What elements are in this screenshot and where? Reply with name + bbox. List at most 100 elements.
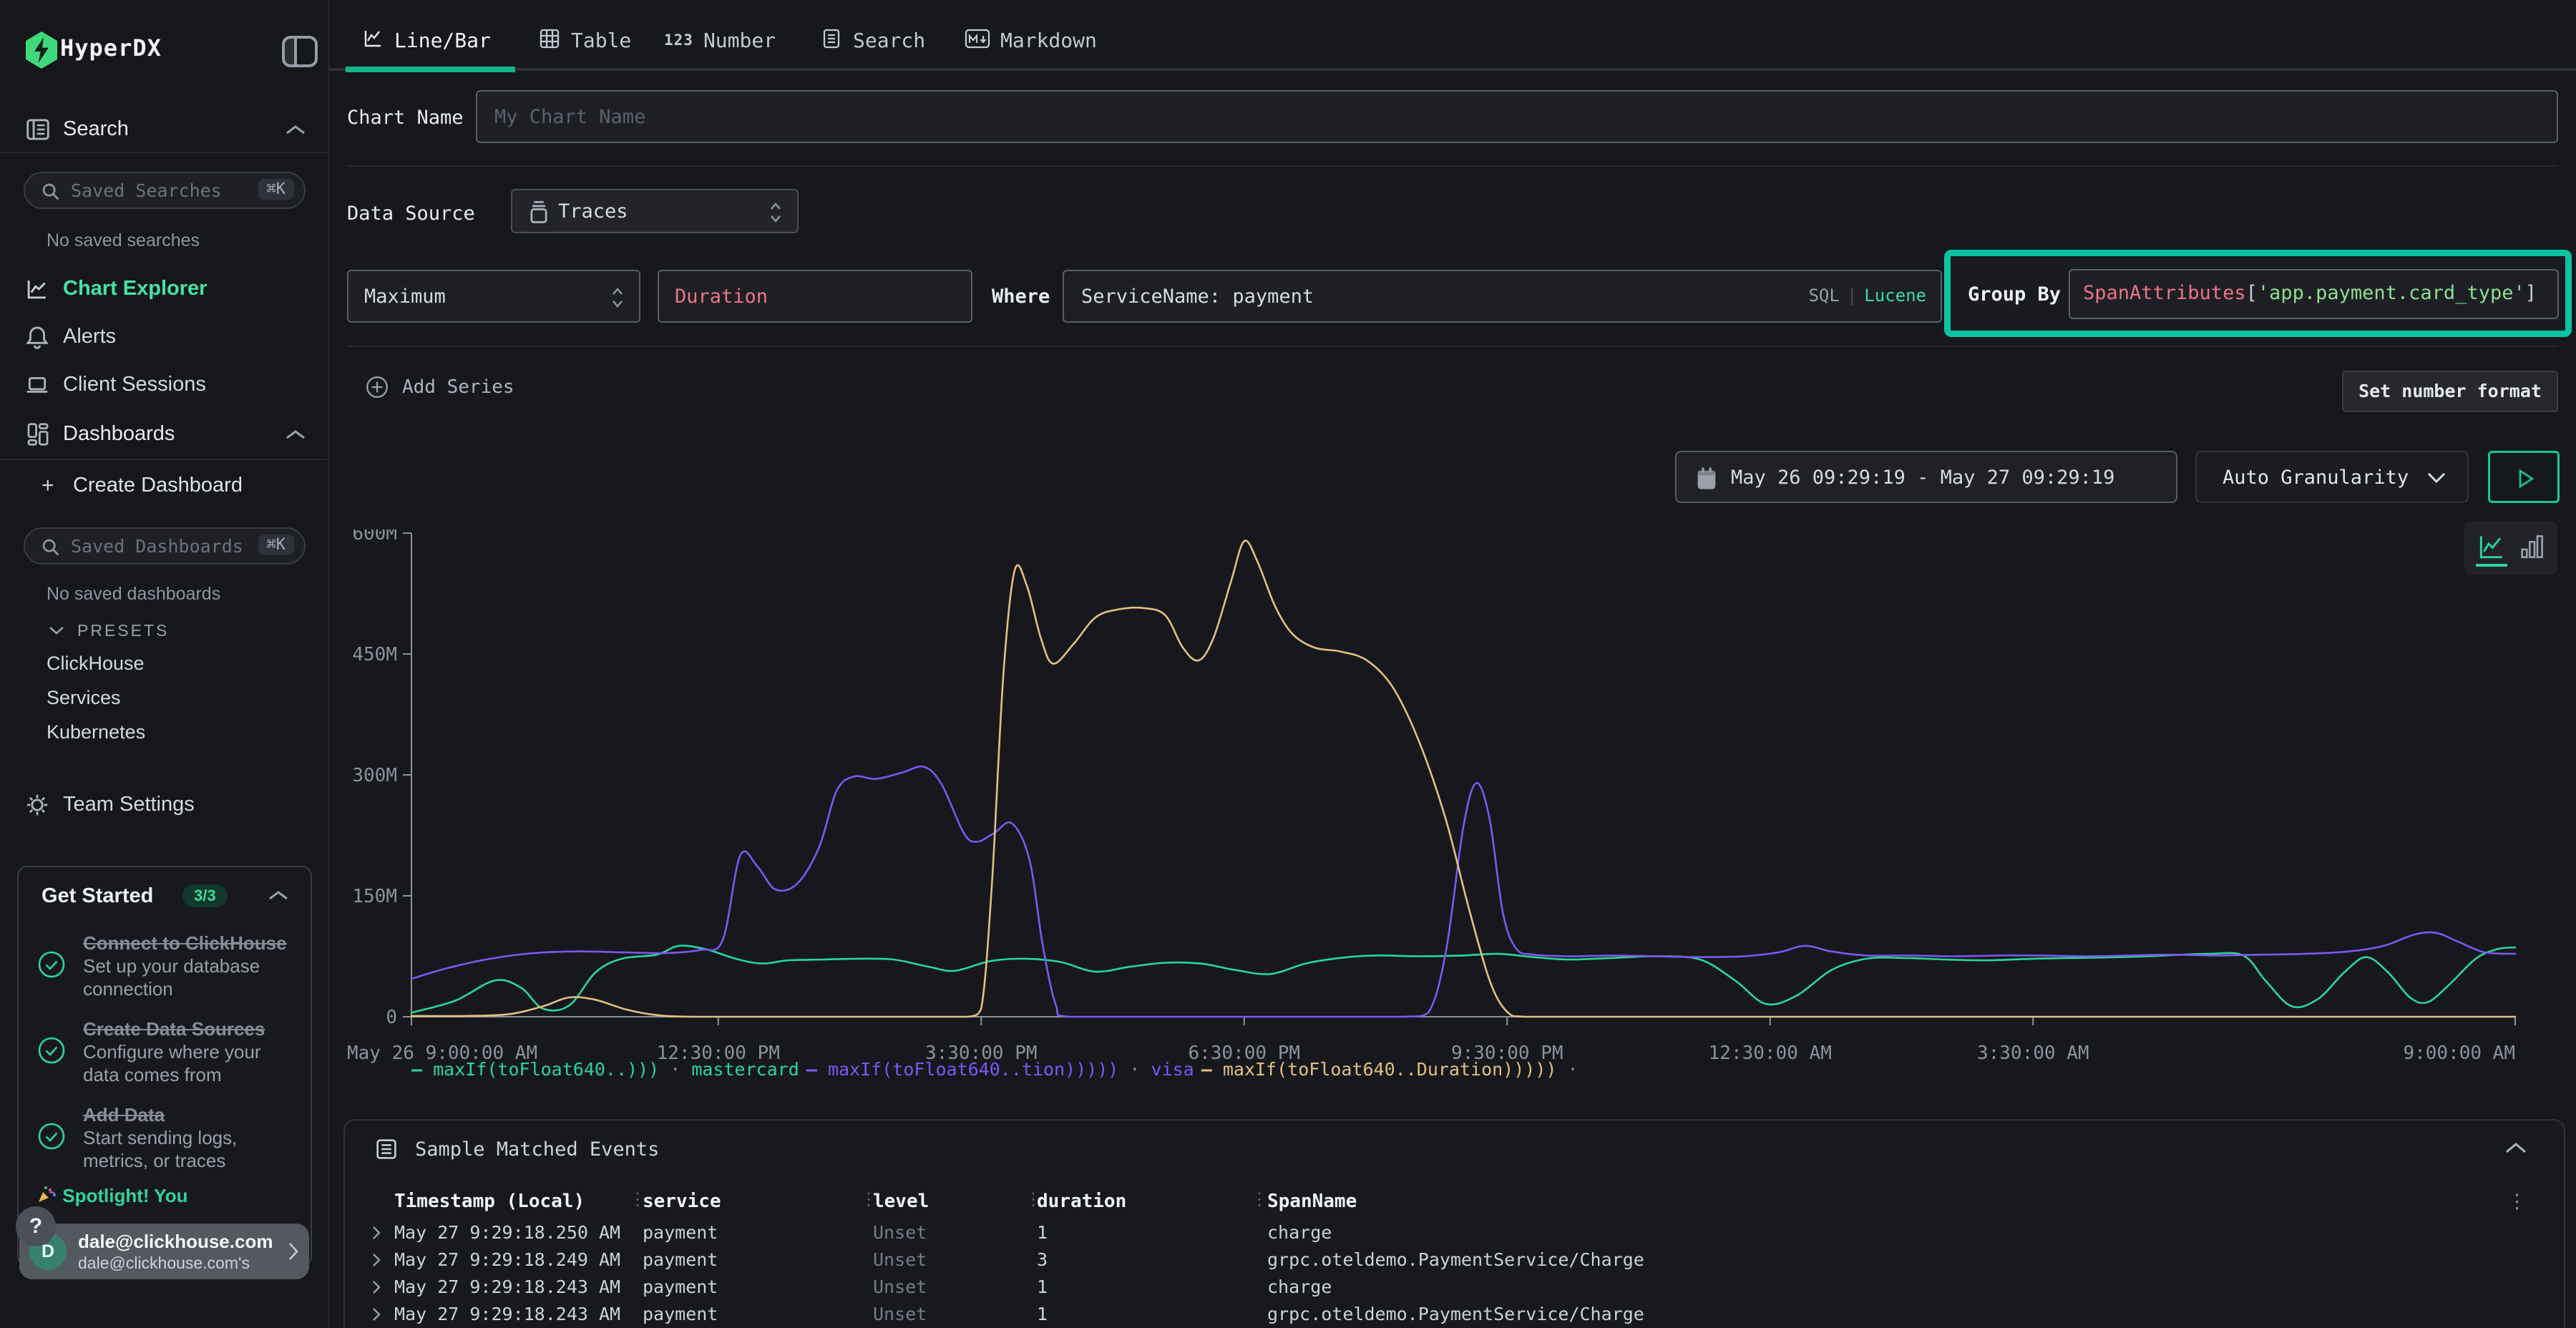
hyperdx-app: HyperDX Search Saved Searches ⌘K No save… <box>0 0 2576 1328</box>
plus-circle-icon <box>365 375 389 399</box>
column-header-level[interactable]: level <box>873 1191 929 1212</box>
cell-level: Unset <box>873 1304 1016 1324</box>
column-header-spanname[interactable]: SpanName <box>1267 1191 1357 1212</box>
cell-timestamp-local-: May 27 9:29:18.249 AM <box>394 1249 630 1270</box>
main-content: Line/BarTable123NumberSearchMarkdown Cha… <box>329 0 2576 1328</box>
legend-separator: · <box>1118 1059 1151 1080</box>
cell-spanname: charge <box>1267 1276 2484 1297</box>
legend-item-unset[interactable]: — maxIf(toFloat640..Duration))))) · <box>1201 1059 1579 1080</box>
where-value: ServiceName: payment <box>1081 285 1314 308</box>
chevron-right-icon[interactable] <box>371 1306 382 1326</box>
field-input[interactable]: Duration <box>658 270 972 323</box>
sidebar-item-alerts[interactable]: Alerts <box>0 321 329 353</box>
chevron-up-icon[interactable] <box>283 428 308 446</box>
data-source-value: Traces <box>558 200 628 223</box>
tab-search[interactable]: Search <box>820 26 925 54</box>
legend-item-visa[interactable]: — maxIf(toFloat640..tion))))) · visa <box>806 1059 1194 1080</box>
series-line-unset <box>411 541 2515 1017</box>
list-icon <box>374 1136 399 1162</box>
get-started-partial-item: Spotlight! You <box>36 1185 293 1207</box>
chevron-right-icon[interactable] <box>371 1224 382 1244</box>
chevron-up-icon[interactable] <box>283 123 308 141</box>
query-language-toggle[interactable]: SQL|Lucene <box>1808 285 1926 306</box>
sidebar-item-chart-explorer-label: Chart Explorer <box>63 277 207 301</box>
hyperdx-logo-icon[interactable] <box>23 30 60 74</box>
sidebar-section-search-label: Search <box>63 117 129 141</box>
sidebar-item-client-sessions[interactable]: Client Sessions <box>0 368 329 401</box>
divider <box>347 165 2558 167</box>
sidebar-section-search[interactable]: Search <box>0 107 329 150</box>
sidebar-item-chart-explorer[interactable]: Chart Explorer <box>0 273 329 306</box>
preset-services[interactable]: Services <box>47 687 121 709</box>
tab-table[interactable]: Table <box>538 26 631 54</box>
run-query-button[interactable] <box>2488 451 2560 503</box>
user-menu[interactable]: D dale@clickhouse.com dale@clickhouse.co… <box>19 1224 309 1279</box>
column-resize-handle[interactable]: ⋮ <box>629 1189 646 1209</box>
where-input[interactable]: ServiceName: payment SQL|Lucene <box>1063 270 1942 323</box>
chart-name-input[interactable]: My Chart Name <box>476 90 2558 143</box>
data-source-select[interactable]: Traces <box>511 189 799 233</box>
aggregation-select[interactable]: Maximum <box>347 270 640 323</box>
create-dashboard-button[interactable]: + Create Dashboard <box>42 474 243 505</box>
table-row[interactable]: May 27 9:29:18.243 AMpaymentUnset1grpc.o… <box>345 1301 2563 1328</box>
svg-text:150M: 150M <box>352 886 397 907</box>
column-header-service[interactable]: service <box>643 1191 721 1212</box>
table-row[interactable]: May 27 9:29:18.250 AMpaymentUnset1charge <box>345 1219 2563 1246</box>
collapse-panel-icon[interactable] <box>2502 1141 2529 1159</box>
cell-timestamp-local-: May 27 9:29:18.243 AM <box>394 1304 630 1324</box>
chevron-right-icon[interactable] <box>371 1279 382 1299</box>
column-resize-handle[interactable]: ⋮ <box>860 1189 877 1209</box>
timeseries-chart[interactable]: 0150M300M450M600MMay 26 9:00:00 AM12:30:… <box>340 529 2529 1065</box>
kebab-menu-icon[interactable]: ⋮ <box>2507 1191 2527 1213</box>
add-series-button[interactable]: Add Series <box>365 375 514 399</box>
get-started-item[interactable]: Create Data SourcesConfigure where your … <box>36 1017 293 1086</box>
get-started-item[interactable]: Add DataStart sending logs, metrics, or … <box>36 1103 293 1172</box>
preset-clickhouse[interactable]: ClickHouse <box>47 653 145 675</box>
svg-text:300M: 300M <box>352 765 397 786</box>
svg-text:9:00:00 AM: 9:00:00 AM <box>2403 1043 2515 1064</box>
column-header-duration[interactable]: duration <box>1037 1191 1126 1212</box>
check-circle-icon <box>36 949 67 984</box>
column-header-timestamp-local-[interactable]: Timestamp (Local) <box>394 1191 585 1212</box>
field-value: Duration <box>675 285 768 308</box>
tab-markdown[interactable]: Markdown <box>965 26 1097 54</box>
divider <box>0 459 328 460</box>
saved-dashboards-input[interactable]: Saved Dashboards ⌘K <box>24 527 306 565</box>
group-by-input[interactable]: SpanAttributes['app.payment.card_type'] <box>2069 269 2559 319</box>
sidebar-collapse-icon[interactable] <box>279 33 321 74</box>
sidebar-item-team-settings[interactable]: Team Settings <box>0 788 329 821</box>
get-started-header[interactable]: Get Started 3/3 <box>36 883 293 914</box>
table-row[interactable]: May 27 9:29:18.243 AMpaymentUnset1charge <box>345 1274 2563 1301</box>
get-started-item-desc: Start sending logs, metrics, or traces <box>83 1126 293 1172</box>
get-started-title: Get Started <box>42 884 153 908</box>
legend-dash: — <box>806 1059 828 1080</box>
tab-number[interactable]: 123Number <box>664 26 776 54</box>
cell-level: Unset <box>873 1249 1016 1270</box>
sidebar-section-dashboards[interactable]: Dashboards <box>0 412 329 455</box>
check-circle-icon <box>36 1120 67 1156</box>
column-resize-handle[interactable]: ⋮ <box>1025 1189 1042 1209</box>
group-by-highlight-annotation: Group By SpanAttributes['app.payment.car… <box>1944 250 2572 337</box>
bell-icon <box>24 323 51 354</box>
date-range-picker[interactable]: May 26 09:29:19 - May 27 09:29:19 <box>1675 451 2177 503</box>
get-started-item[interactable]: Connect to ClickHouseSet up your databas… <box>36 932 293 1000</box>
get-started-item-title: Connect to ClickHouse <box>83 932 293 954</box>
updown-chevron-icon <box>767 200 784 228</box>
doc-search-icon <box>820 27 843 53</box>
granularity-select[interactable]: Auto Granularity <box>2195 451 2469 503</box>
chevron-up-icon[interactable] <box>266 889 291 907</box>
saved-searches-input[interactable]: Saved Searches ⌘K <box>24 172 306 209</box>
column-resize-handle[interactable]: ⋮ <box>1251 1189 1268 1209</box>
table-row[interactable]: May 27 9:29:18.249 AMpaymentUnset3grpc.o… <box>345 1246 2563 1274</box>
preset-kubernetes[interactable]: Kubernetes <box>47 721 145 743</box>
legend-group-name: mastercard <box>691 1059 799 1080</box>
set-number-format-button[interactable]: Set number format <box>2342 371 2558 412</box>
legend-dash: — <box>1201 1059 1223 1080</box>
get-started-progress-badge: 3/3 <box>182 884 228 907</box>
sidebar-item-alerts-label: Alerts <box>63 325 116 348</box>
tab-line-bar[interactable]: Line/Bar <box>361 26 491 54</box>
help-button[interactable]: ? <box>16 1206 56 1246</box>
chevron-right-icon[interactable] <box>371 1251 382 1271</box>
legend-item-mastercard[interactable]: — maxIf(toFloat640..))) · mastercard <box>411 1059 799 1080</box>
presets-toggle[interactable]: PRESETS <box>47 621 169 640</box>
